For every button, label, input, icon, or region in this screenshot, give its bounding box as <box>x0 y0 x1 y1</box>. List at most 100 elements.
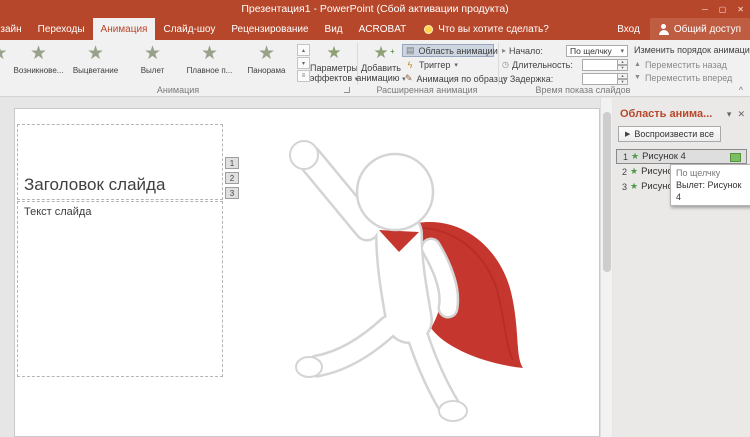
entrance-star-icon: ★ <box>630 181 638 192</box>
close-button[interactable]: ✕ <box>737 5 744 14</box>
star-icon: ★ <box>0 42 8 66</box>
lightning-icon: ϟ <box>405 60 415 70</box>
gallery-item-float[interactable]: ★ Плавное п... <box>181 42 238 75</box>
spinner-down-icon[interactable]: ▾ <box>618 65 628 71</box>
animation-painter-button[interactable]: ✎ Анимация по образцу <box>402 72 494 85</box>
gallery-item-pan[interactable]: ★ Панорама <box>238 42 295 75</box>
advanced-animation-buttons: ▤ Область анимации ϟ Триггер ▾ ✎ Анимаци… <box>402 44 494 86</box>
move-later-button[interactable]: ▼ Переместить вперед <box>634 71 746 84</box>
star-icon: ★ <box>201 42 218 66</box>
ribbon-tabs: Дизайн Переходы Анимация Слайд-шоу Рецен… <box>0 18 414 40</box>
animation-badge[interactable]: 2 <box>225 172 239 184</box>
gallery-scroll-down-icon[interactable]: ▾ <box>297 57 310 69</box>
slide-canvas[interactable]: Заголовок слайда Текст слайда 1 2 3 <box>14 108 600 437</box>
trigger-button[interactable]: ϟ Триггер ▾ <box>402 58 494 71</box>
star-icon: ★ <box>258 42 275 66</box>
animation-list-item[interactable]: 1 ★ Рисунок 4 <box>616 149 747 164</box>
tab-transitions[interactable]: Переходы <box>30 18 93 40</box>
animation-gallery: ★ ★ Возникнове... ★ Выцветание ★ Вылет ★… <box>0 42 295 75</box>
spinner-down-icon[interactable]: ▾ <box>618 79 628 85</box>
painter-icon: ✎ <box>405 73 413 84</box>
delay-icon: ◔ <box>502 74 507 83</box>
close-pane-icon[interactable]: ✕ <box>737 109 745 120</box>
play-icon: ▶ <box>625 130 630 138</box>
gallery-item-appear[interactable]: ★ Возникнове... <box>10 42 67 75</box>
start-dropdown[interactable]: По щелчку ▾ <box>566 45 628 57</box>
tell-me-label: Что вы хотите сделать? <box>438 24 549 35</box>
duration-spinner[interactable]: ▴ ▾ <box>582 59 628 71</box>
animation-pane-header: Область анима... ▾ ✕ <box>620 108 745 120</box>
animation-pane-toggle[interactable]: ▤ Область анимации <box>402 44 494 57</box>
start-row: ▸Начало: По щелчку ▾ <box>502 44 628 57</box>
star-icon: ★ <box>87 42 104 66</box>
dialog-launcher-icon[interactable] <box>344 87 350 93</box>
gallery-item-flyin[interactable]: ★ Вылет <box>124 42 181 75</box>
start-icon: ▸ <box>502 46 506 55</box>
entrance-star-icon: ★ <box>630 166 638 177</box>
minimize-button[interactable]: ─ <box>702 5 708 14</box>
animation-badge[interactable]: 3 <box>225 187 239 199</box>
gallery-more-icon[interactable]: ≡ <box>297 70 310 82</box>
animation-badge[interactable]: 1 <box>225 157 239 169</box>
tab-acrobat[interactable]: ACROBAT <box>351 18 415 40</box>
animation-tooltip: По щелчку Вылет: Рисунок 4 <box>670 164 750 206</box>
star-icon: ★ <box>30 42 47 66</box>
scrollbar-thumb[interactable] <box>603 112 611 272</box>
chevron-down-icon[interactable]: ▾ <box>727 109 732 120</box>
chevron-down-icon: ▾ <box>620 47 624 55</box>
account-area: Вход Общий доступ <box>607 18 750 40</box>
group-label-advanced: Расширенная анимация <box>356 85 498 95</box>
superhero-figure-image[interactable] <box>247 134 557 437</box>
share-label: Общий доступ <box>674 24 741 35</box>
duration-icon: ◷ <box>502 60 509 69</box>
sign-in-button[interactable]: Вход <box>607 18 650 40</box>
play-all-button[interactable]: ▶ Воспроизвести все <box>618 126 721 142</box>
effect-options-button[interactable]: ★ Параметры эффектов ▾ <box>312 43 356 85</box>
tab-review[interactable]: Рецензирование <box>223 18 316 40</box>
add-animation-button[interactable]: ★+ Добавить анимацию ▾ <box>359 43 403 85</box>
gallery-scroll-buttons: ▴ ▾ ≡ <box>297 44 310 83</box>
timeline-chip[interactable] <box>730 153 741 162</box>
group-label-timing: Время показа слайдов <box>498 85 668 95</box>
entrance-star-icon: ★ <box>631 151 639 162</box>
delay-row: ◔Задержка: ▴ ▾ <box>502 72 628 85</box>
down-arrow-icon: ▼ <box>634 74 641 81</box>
animation-pane-icon: ▤ <box>406 45 415 56</box>
reorder-title: Изменить порядок анимации <box>634 45 746 58</box>
ribbon: ★ ★ Возникнове... ★ Выцветание ★ Вылет ★… <box>0 40 750 97</box>
text-placeholder[interactable]: Текст слайда <box>17 201 223 377</box>
gallery-item-fade[interactable]: ★ Выцветание <box>67 42 124 75</box>
plus-icon: + <box>390 42 395 62</box>
group-divider <box>498 43 499 85</box>
duration-row: ◷Длительность: ▴ ▾ <box>502 58 628 71</box>
up-arrow-icon: ▲ <box>634 61 641 68</box>
tell-me-box[interactable]: Что вы хотите сделать? <box>424 18 549 40</box>
maximize-button[interactable]: ▢ <box>719 5 727 14</box>
move-earlier-button[interactable]: ▲ Переместить назад <box>634 58 746 71</box>
window-title: Презентация1 - PowerPoint (Сбой активаци… <box>241 3 508 15</box>
effect-options-star-icon: ★ <box>326 43 341 63</box>
tab-slideshow[interactable]: Слайд-шоу <box>155 18 223 40</box>
timing-controls: ▸Начало: По щелчку ▾ ◷Длительность: ▴ ▾ … <box>502 44 628 86</box>
lightbulb-icon <box>424 25 433 34</box>
workspace: Заголовок слайда Текст слайда 1 2 3 <box>0 98 750 437</box>
person-icon <box>659 24 669 35</box>
reorder-animation: Изменить порядок анимации ▲ Переместить … <box>634 45 746 84</box>
tab-view[interactable]: Вид <box>317 18 351 40</box>
animation-order-badges: 1 2 3 <box>225 157 239 202</box>
animation-pane: Область анима... ▾ ✕ ▶ Воспроизвести все… <box>613 98 750 437</box>
chevron-down-icon: ▾ <box>454 61 458 69</box>
add-animation-star-icon: ★+ <box>373 43 388 63</box>
delay-spinner[interactable]: ▴ ▾ <box>582 73 628 85</box>
ribbon-tab-row: Дизайн Переходы Анимация Слайд-шоу Рецен… <box>0 18 750 40</box>
slide-scrollbar[interactable] <box>600 98 612 437</box>
tab-animations[interactable]: Анимация <box>93 18 156 40</box>
title-placeholder[interactable]: Заголовок слайда <box>17 124 223 200</box>
gallery-scroll-up-icon[interactable]: ▴ <box>297 44 310 56</box>
powerpoint-window: Презентация1 - PowerPoint (Сбой активаци… <box>0 0 750 437</box>
collapse-ribbon-icon[interactable]: ^ <box>739 86 743 95</box>
window-controls: ─ ▢ ✕ <box>702 0 744 18</box>
share-button[interactable]: Общий доступ <box>650 18 750 40</box>
gallery-item-partial[interactable]: ★ <box>0 42 10 75</box>
tab-design[interactable]: Дизайн <box>0 18 30 40</box>
